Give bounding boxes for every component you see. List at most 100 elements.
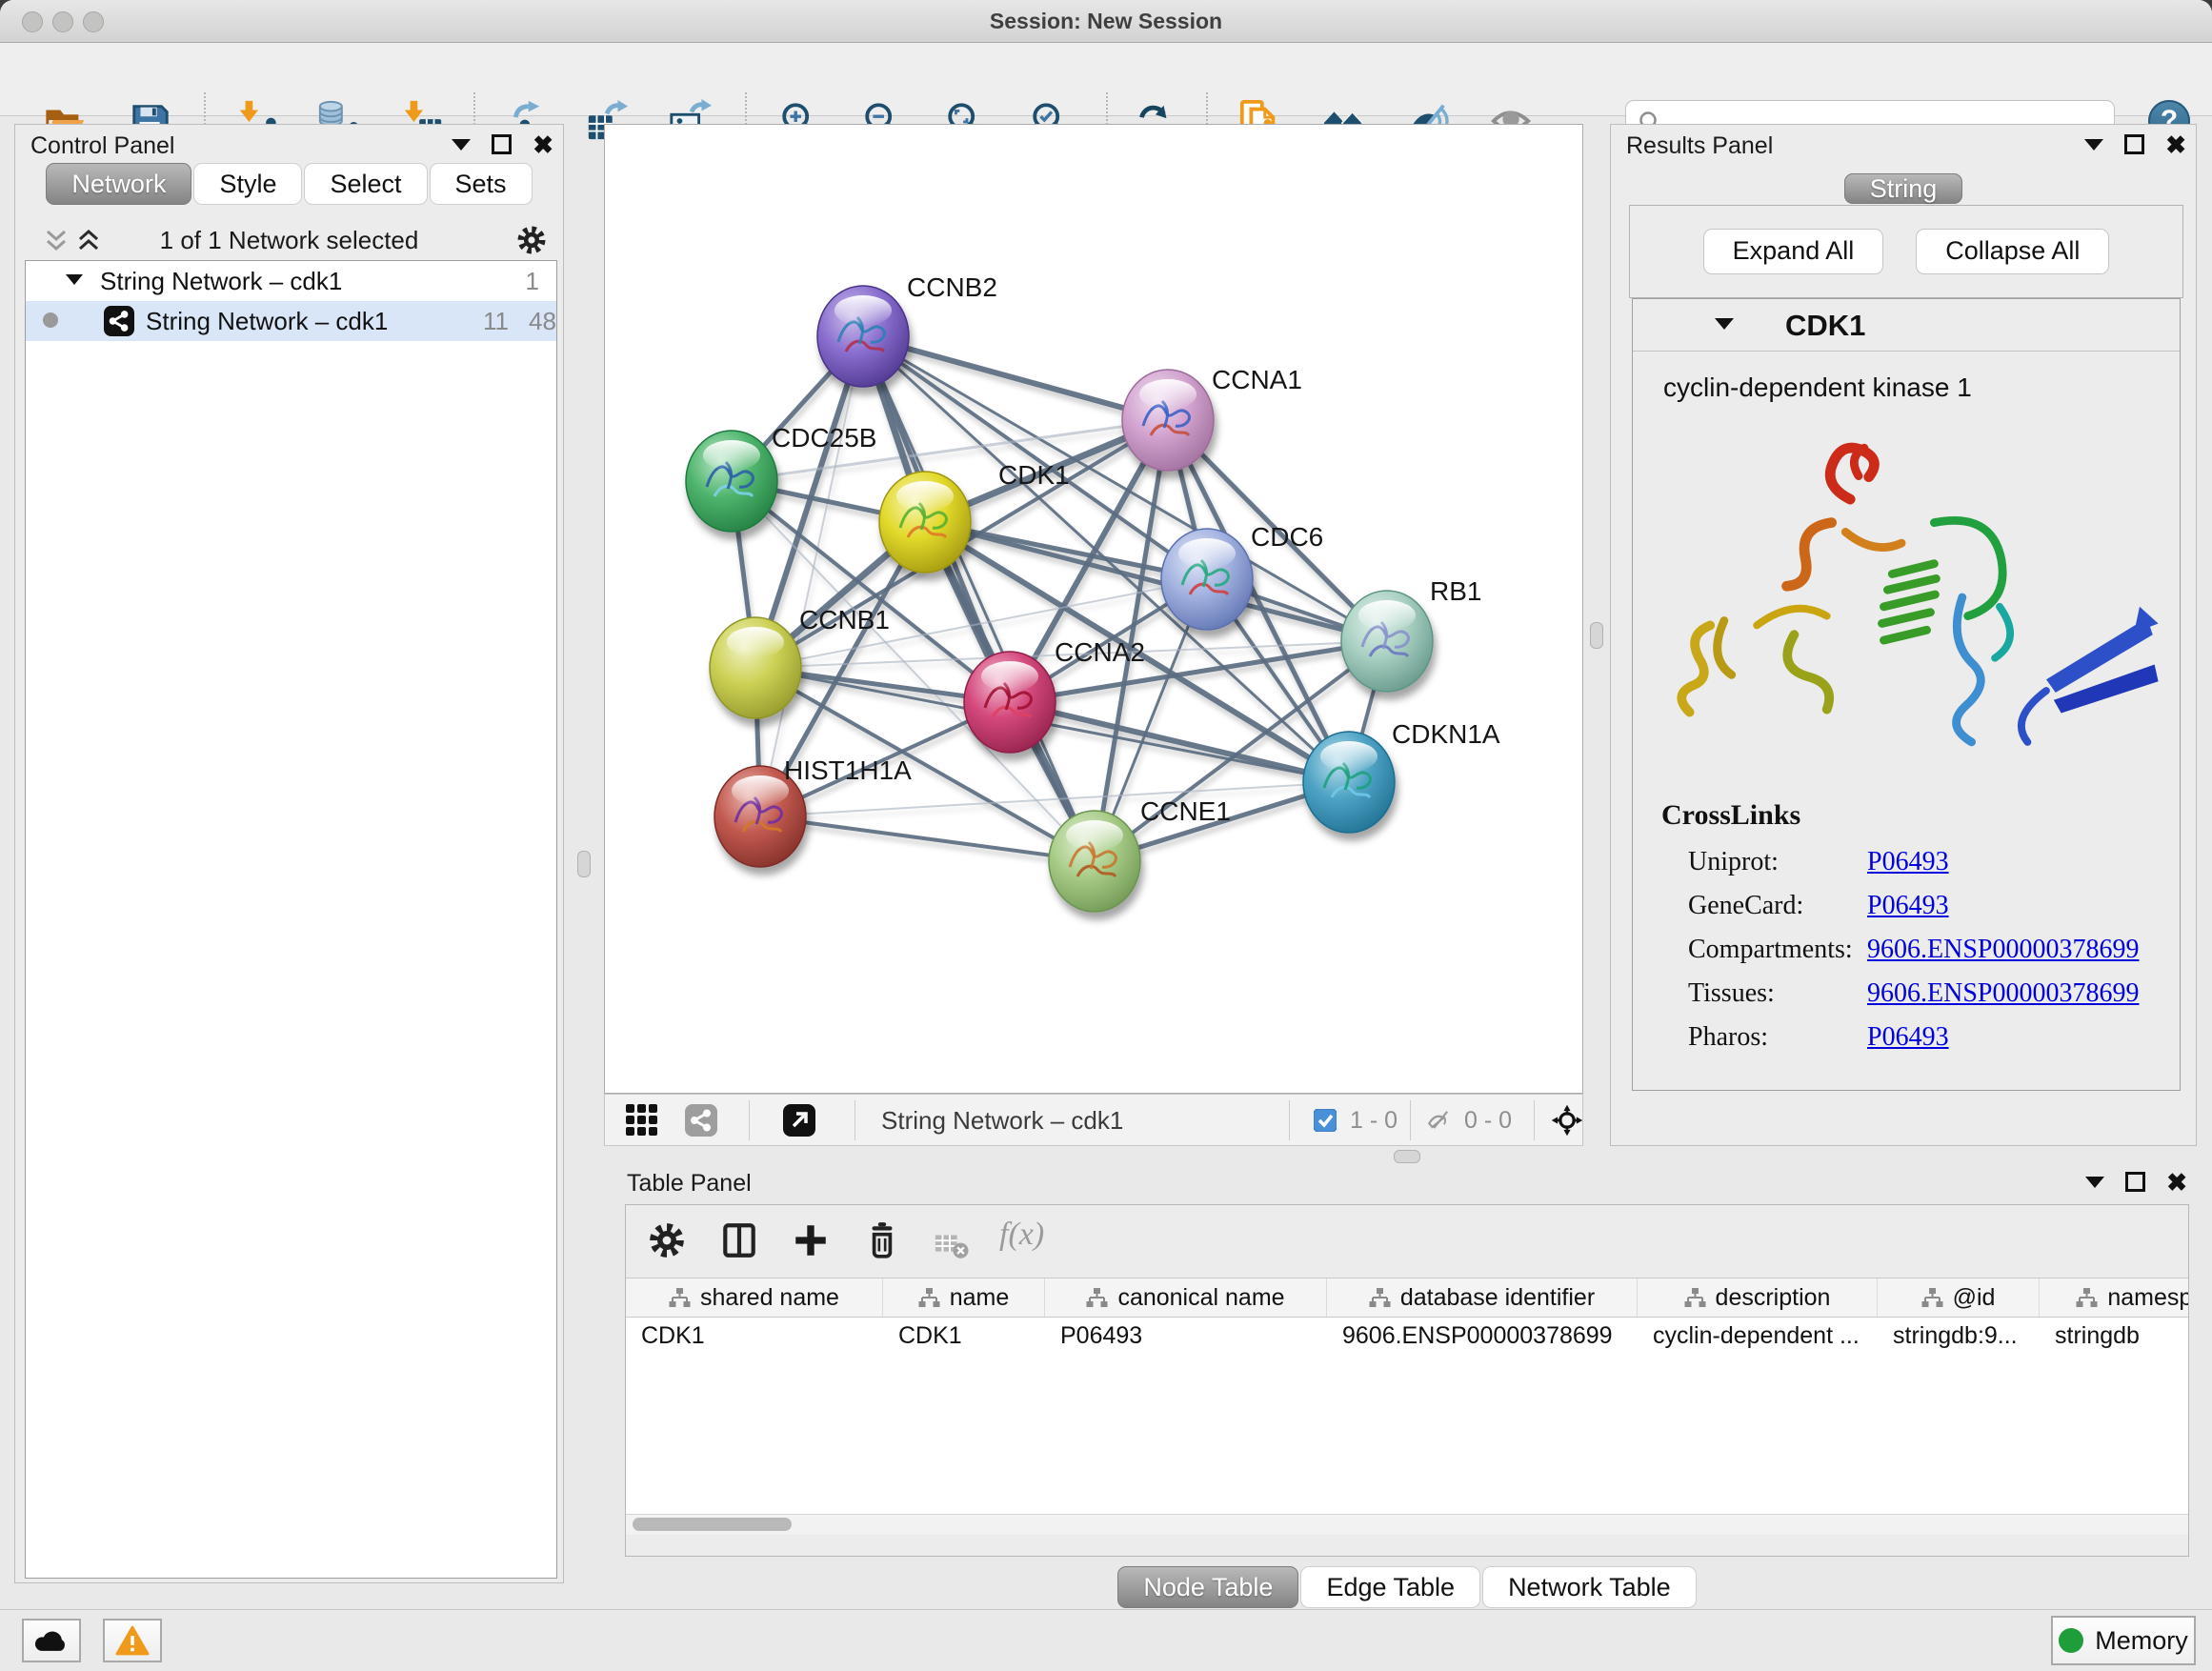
column-header-id[interactable]: @id	[1878, 1278, 2040, 1317]
collection-expander-icon[interactable]	[66, 274, 83, 285]
column-header-description[interactable]: description	[1638, 1278, 1878, 1317]
horizontal-scrollbar[interactable]	[626, 1514, 2188, 1535]
memory-button[interactable]: Memory	[2051, 1616, 2196, 1665]
close-panel-icon[interactable]: ✖	[2165, 135, 2186, 154]
grid-view-icon[interactable]	[626, 1104, 658, 1137]
table-panel-title: Table Panel	[627, 1170, 752, 1198]
network-view-canvas[interactable]: CCNB2CCNA1CDC25BCDK1CDC6RB1CCNB1CCNA2CDK…	[604, 124, 1583, 1094]
tab-string[interactable]: String	[1844, 173, 1963, 204]
network-node-ccne1[interactable]	[1049, 811, 1140, 912]
results-buttons-box: Expand All Collapse All	[1629, 205, 2183, 298]
scrollbar-thumb[interactable]	[633, 1518, 792, 1531]
crosslink-link[interactable]: 9606.ENSP00000378699	[1867, 935, 2139, 965]
network-node-ccna2[interactable]	[964, 652, 1056, 753]
delete-column-icon[interactable]	[862, 1220, 902, 1260]
table-cell[interactable]: cyclin-dependent ...	[1638, 1318, 1878, 1356]
network-type-icon	[104, 306, 134, 336]
close-panel-icon[interactable]: ✖	[2166, 1173, 2187, 1192]
cloud-button[interactable]	[22, 1619, 81, 1662]
network-label: String Network – cdk1	[146, 307, 388, 336]
tab-sets[interactable]: Sets	[430, 163, 533, 205]
network-view-icon[interactable]	[685, 1104, 717, 1137]
tab-network[interactable]: Network	[46, 163, 191, 205]
crosslink-link[interactable]: P06493	[1867, 847, 1949, 877]
control-panel-tabs: NetworkStyleSelectSets	[15, 163, 563, 205]
toolbar-separator	[1410, 1100, 1411, 1140]
float-panel-icon[interactable]	[2124, 134, 2144, 154]
table-cell[interactable]: 9606.ENSP00000378699	[1327, 1318, 1638, 1356]
network-edge[interactable]	[760, 816, 1095, 861]
crosslink-row: GeneCard:P06493	[1633, 885, 2180, 929]
crosslink-label: Compartments:	[1688, 935, 1853, 965]
network-node-cdc25b[interactable]	[686, 431, 777, 532]
table-cell[interactable]: P06493	[1045, 1318, 1327, 1356]
network-node-rb1[interactable]	[1341, 591, 1433, 692]
network-node-cdc6[interactable]	[1161, 529, 1253, 630]
tab-node-table[interactable]: Node Table	[1117, 1566, 1298, 1608]
table-cell[interactable]: CDK1	[883, 1318, 1045, 1356]
column-header-canonical-name[interactable]: canonical name	[1045, 1278, 1327, 1317]
network-view-toolbar: String Network – cdk1 1 - 0 0 - 0	[604, 1094, 1583, 1146]
table-cell[interactable]: CDK1	[626, 1318, 883, 1356]
select-columns-icon[interactable]	[719, 1220, 759, 1260]
panel-menu-icon[interactable]	[452, 139, 471, 151]
splitter-grip[interactable]	[1590, 622, 1603, 649]
crosslink-label: Pharos:	[1688, 1022, 1768, 1053]
splitter-grip[interactable]	[577, 851, 591, 877]
collapse-all-button[interactable]: Collapse All	[1916, 229, 2109, 274]
crosslink-link[interactable]: P06493	[1867, 891, 1949, 921]
network-edge[interactable]	[1010, 702, 1349, 782]
network-edge[interactable]	[760, 336, 863, 816]
control-panel: Control Panel ✖ NetworkStyleSelectSets 1…	[14, 124, 564, 1583]
column-type-icon	[1369, 1288, 1391, 1308]
column-header-shared-name[interactable]: shared name	[626, 1278, 883, 1317]
network-node-ccna1[interactable]	[1122, 370, 1214, 471]
float-panel-icon[interactable]	[492, 134, 512, 154]
network-row-selected[interactable]: String Network – cdk1 11 48	[26, 301, 556, 341]
network-node-label: CCNB2	[907, 272, 997, 302]
node-section-header[interactable]: CDK1	[1633, 299, 2180, 352]
network-node-ccnb2[interactable]	[817, 286, 909, 387]
crosslink-link[interactable]: 9606.ENSP00000378699	[1867, 978, 2139, 1009]
column-header-name[interactable]: name	[883, 1278, 1045, 1317]
toolbar-separator	[749, 1100, 750, 1140]
crosslink-row: Uniprot:P06493	[1633, 841, 2180, 885]
open-in-window-icon[interactable]	[783, 1104, 815, 1137]
node-details-box: CDK1 cyclin-dependent kinase 1	[1632, 298, 2181, 1091]
table-box: f(x) shared namenamecanonical namedataba…	[625, 1204, 2189, 1557]
network-node-cdkn1a[interactable]	[1303, 732, 1395, 833]
tab-edge-table[interactable]: Edge Table	[1300, 1566, 1480, 1608]
network-collection-row[interactable]: String Network – cdk1 1	[26, 261, 556, 301]
crosslink-link[interactable]: P06493	[1867, 1022, 1949, 1053]
table-cell[interactable]: stringdb:9...	[1878, 1318, 2040, 1356]
table-cell[interactable]: stringdb	[2040, 1318, 2188, 1356]
hidden-eye-icon[interactable]	[1426, 1108, 1451, 1133]
table-row[interactable]: CDK1CDK1P064939606.ENSP00000378699cyclin…	[626, 1318, 2188, 1356]
tab-style[interactable]: Style	[193, 163, 302, 205]
gear-icon[interactable]	[647, 1220, 687, 1260]
expand-all-button[interactable]: Expand All	[1703, 229, 1884, 274]
selected-checkbox-icon[interactable]	[1314, 1109, 1337, 1132]
fit-selected-crosshair-icon[interactable]	[1550, 1103, 1584, 1137]
tab-network-table[interactable]: Network Table	[1482, 1566, 1697, 1608]
create-column-icon[interactable]	[791, 1220, 831, 1260]
column-header-namespace[interactable]: namespace	[2040, 1278, 2188, 1317]
function-builder-icon: f(x)	[999, 1217, 1044, 1253]
network-node-ccnb1[interactable]	[710, 617, 801, 718]
panel-menu-icon[interactable]	[2085, 1177, 2104, 1188]
crosslink-row: Pharos: P06493	[1633, 1017, 2180, 1060]
network-node-label: CCNA1	[1212, 365, 1302, 394]
close-panel-icon[interactable]: ✖	[533, 135, 553, 154]
tab-select[interactable]: Select	[304, 163, 427, 205]
network-node-cdk1[interactable]	[879, 472, 971, 573]
node-table: shared namenamecanonical namedatabase id…	[626, 1278, 2188, 1535]
splitter-grip[interactable]	[1394, 1150, 1420, 1163]
float-panel-icon[interactable]	[2125, 1172, 2145, 1192]
warning-button[interactable]	[103, 1619, 162, 1662]
panel-menu-icon[interactable]	[2084, 139, 2103, 151]
gear-icon[interactable]	[515, 224, 548, 256]
title-bar[interactable]: Session: New Session	[0, 0, 2212, 43]
column-header-database-identifier[interactable]: database identifier	[1327, 1278, 1638, 1317]
column-type-icon	[1086, 1288, 1108, 1308]
section-expander-icon[interactable]	[1715, 318, 1734, 330]
